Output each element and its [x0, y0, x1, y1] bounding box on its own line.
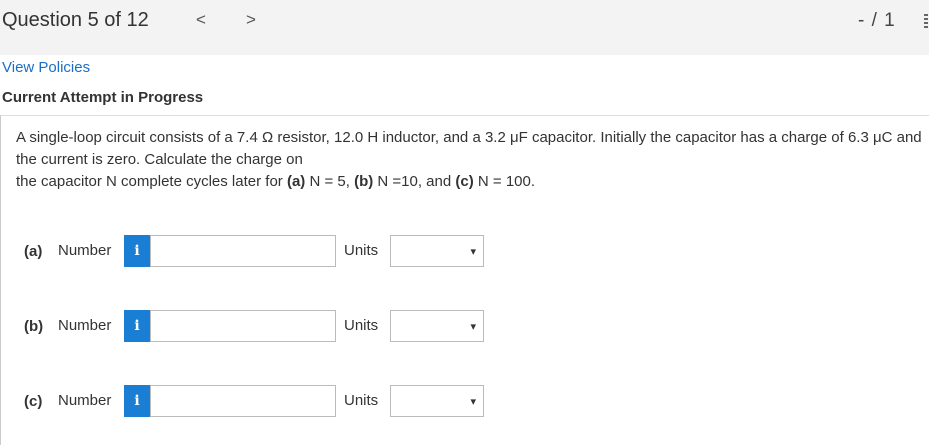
question-line-2: the capacitor N complete cycles later fo…	[16, 173, 287, 190]
part-label: (c)	[24, 393, 43, 410]
part-c-expr: N = 100.	[473, 173, 536, 190]
answer-row-a: (a) Number i Units ▾	[0, 235, 929, 269]
units-label: Units	[344, 242, 379, 259]
info-icon[interactable]: i	[124, 310, 150, 342]
number-label: Number	[58, 317, 112, 334]
part-b-expr: N =10, and	[373, 173, 456, 190]
info-icon[interactable]: i	[124, 385, 150, 417]
number-input-c[interactable]	[150, 385, 336, 417]
part-a-expr: N = 5,	[305, 173, 355, 190]
part-a-tag: (a)	[286, 173, 306, 190]
part-label: (a)	[24, 243, 43, 260]
units-select-b[interactable]: ▾	[390, 310, 484, 342]
number-label: Number	[58, 242, 112, 259]
info-icon[interactable]: i	[124, 235, 150, 267]
units-select-c[interactable]: ▾	[390, 385, 484, 417]
part-label: (b)	[24, 318, 44, 335]
question-line-1: A single-loop circuit consists of a 7.4 …	[16, 129, 922, 168]
units-label: Units	[344, 392, 379, 409]
chevron-left-icon[interactable]: <	[196, 10, 206, 30]
view-policies-link[interactable]: View Policies	[2, 59, 90, 76]
chevron-down-icon: ▾	[470, 321, 476, 333]
part-b-tag: (b)	[354, 173, 374, 190]
top-bar: Question 5 of 12 < > - / 1	[0, 0, 929, 55]
chevron-down-icon: ▾	[470, 396, 476, 408]
number-label: Number	[58, 392, 112, 409]
divider	[0, 115, 929, 116]
question-text: A single-loop circuit consists of a 7.4 …	[16, 127, 926, 193]
part-c-tag: (c)	[455, 173, 474, 190]
answer-row-c: (c) Number i Units ▾	[0, 385, 929, 419]
chevron-down-icon: ▾	[470, 246, 476, 258]
more-vertical-icon[interactable]	[922, 12, 929, 32]
chevron-right-icon[interactable]: >	[246, 10, 256, 30]
units-select-a[interactable]: ▾	[390, 235, 484, 267]
attempt-status: Current Attempt in Progress	[2, 89, 204, 106]
answer-row-b: (b) Number i Units ▾	[0, 310, 929, 344]
units-label: Units	[344, 317, 379, 334]
number-input-b[interactable]	[150, 310, 336, 342]
number-input-a[interactable]	[150, 235, 336, 267]
score: - / 1	[858, 10, 896, 31]
question-title: Question 5 of 12	[2, 9, 149, 31]
